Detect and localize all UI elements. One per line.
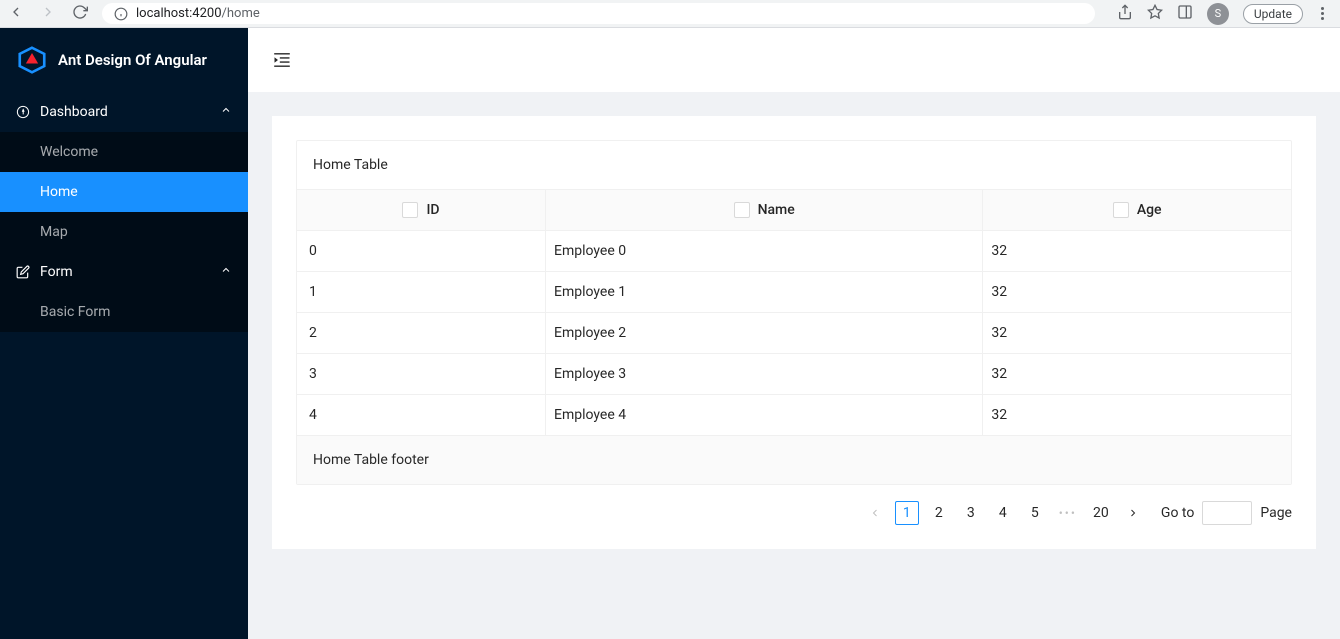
column-header-name[interactable]: Name — [546, 190, 983, 231]
pagination-last-page[interactable]: 20 — [1089, 501, 1113, 525]
cell-name: Employee 3 — [546, 354, 983, 395]
sidebar-group-form[interactable]: Form — [0, 252, 248, 292]
dashboard-icon — [16, 105, 30, 119]
table-row[interactable]: 4Employee 432 — [297, 395, 1291, 436]
sidebar-item-home[interactable]: Home — [0, 172, 248, 212]
app-root: Ant Design Of Angular Dashboard Welcome … — [0, 28, 1340, 639]
logo-icon — [18, 46, 46, 74]
browser-toolbar: localhost:4200/home S Update — [0, 0, 1340, 28]
logo-area[interactable]: Ant Design Of Angular — [0, 28, 248, 92]
column-header-age[interactable]: Age — [983, 190, 1291, 231]
sidebar-item-welcome[interactable]: Welcome — [0, 132, 248, 172]
pagination-page[interactable]: 4 — [991, 501, 1015, 525]
cell-age: 32 — [983, 395, 1291, 436]
table-row[interactable]: 3Employee 332 — [297, 354, 1291, 395]
goto-input[interactable] — [1202, 501, 1252, 525]
sidebar-item-label: Basic Form — [40, 304, 110, 320]
profile-avatar[interactable]: S — [1207, 3, 1229, 25]
cell-name: Employee 1 — [546, 272, 983, 313]
cell-name: Employee 2 — [546, 313, 983, 354]
sidebar-group-dashboard[interactable]: Dashboard — [0, 92, 248, 132]
sidebar-item-label: Welcome — [40, 144, 98, 160]
goto-label: Go to — [1161, 505, 1194, 521]
table-title: Home Table — [297, 141, 1291, 189]
pagination-page[interactable]: 3 — [959, 501, 983, 525]
back-button[interactable] — [8, 4, 24, 24]
table-row[interactable]: 2Employee 232 — [297, 313, 1291, 354]
table-container: Home Table ID — [296, 140, 1292, 485]
topbar — [248, 28, 1340, 92]
cell-age: 32 — [983, 272, 1291, 313]
pagination: 12345 ••• 20 Go to Page — [296, 485, 1292, 525]
menu-kebab-icon[interactable] — [1317, 7, 1328, 20]
form-icon — [16, 265, 30, 279]
table-row[interactable]: 0Employee 032 — [297, 231, 1291, 272]
sidebar-item-label: Map — [40, 224, 68, 240]
browser-nav-controls — [8, 4, 88, 24]
bookmark-icon[interactable] — [1147, 4, 1163, 24]
table-row[interactable]: 1Employee 132 — [297, 272, 1291, 313]
share-icon[interactable] — [1117, 4, 1133, 24]
cell-id: 2 — [297, 313, 546, 354]
cell-name: Employee 0 — [546, 231, 983, 272]
table-footer: Home Table footer — [297, 436, 1291, 484]
logo-text: Ant Design Of Angular — [58, 51, 207, 69]
content-area: Home Table ID — [248, 92, 1340, 639]
cell-age: 32 — [983, 313, 1291, 354]
sidebar-menu: Dashboard Welcome Home Map — [0, 92, 248, 332]
cell-id: 3 — [297, 354, 546, 395]
card: Home Table ID — [272, 116, 1316, 549]
sidebar-item-basic-form[interactable]: Basic Form — [0, 292, 248, 332]
cell-age: 32 — [983, 231, 1291, 272]
page-label: Page — [1260, 505, 1292, 521]
pagination-goto: Go to Page — [1161, 501, 1292, 525]
pagination-prev[interactable] — [863, 501, 887, 525]
sidebar-sub-form: Basic Form — [0, 292, 248, 332]
forward-button[interactable] — [40, 4, 56, 24]
table-header-row: ID Name — [297, 190, 1291, 231]
data-table: ID Name — [297, 189, 1291, 436]
column-label: ID — [426, 202, 439, 218]
column-label: Age — [1137, 202, 1162, 218]
cell-name: Employee 4 — [546, 395, 983, 436]
sidebar-group-label: Form — [40, 264, 73, 280]
address-bar[interactable]: localhost:4200/home — [102, 3, 1095, 24]
pagination-page[interactable]: 5 — [1023, 501, 1047, 525]
update-button[interactable]: Update — [1243, 4, 1303, 24]
sidebar: Ant Design Of Angular Dashboard Welcome … — [0, 28, 248, 639]
sidebar-group-label: Dashboard — [40, 104, 108, 120]
cell-id: 4 — [297, 395, 546, 436]
cell-id: 1 — [297, 272, 546, 313]
column-checkbox[interactable] — [402, 202, 418, 218]
menu-fold-icon[interactable] — [272, 50, 292, 70]
browser-actions: S Update — [1117, 3, 1332, 25]
column-checkbox[interactable] — [1113, 202, 1129, 218]
site-info-icon[interactable] — [114, 7, 128, 21]
reload-button[interactable] — [72, 4, 88, 24]
main-panel: Home Table ID — [248, 28, 1340, 639]
chevron-up-icon — [220, 264, 232, 280]
chevron-up-icon — [220, 104, 232, 120]
cell-id: 0 — [297, 231, 546, 272]
url-text: localhost:4200/home — [136, 6, 260, 21]
sidebar-item-label: Home — [40, 184, 78, 200]
pagination-page[interactable]: 1 — [895, 501, 919, 525]
sidebar-item-map[interactable]: Map — [0, 212, 248, 252]
column-checkbox[interactable] — [734, 202, 750, 218]
column-header-id[interactable]: ID — [297, 190, 546, 231]
cell-age: 32 — [983, 354, 1291, 395]
pagination-page[interactable]: 2 — [927, 501, 951, 525]
pagination-ellipsis[interactable]: ••• — [1055, 506, 1081, 520]
sidebar-sub-dashboard: Welcome Home Map — [0, 132, 248, 252]
column-label: Name — [758, 202, 795, 218]
side-panel-icon[interactable] — [1177, 4, 1193, 24]
pagination-next[interactable] — [1121, 501, 1145, 525]
